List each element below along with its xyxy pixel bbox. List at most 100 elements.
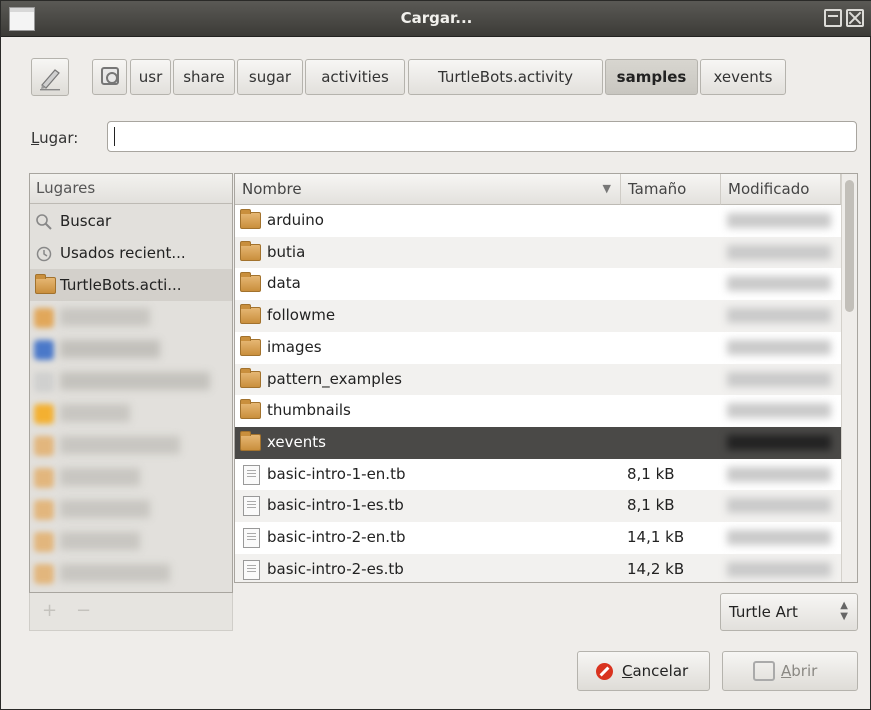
folder-icon [240, 335, 261, 356]
file-chooser-dialog: Cargar... usr share sugar activities Tur… [0, 0, 871, 710]
file-modified-redacted [727, 308, 831, 324]
file-name: data [267, 274, 301, 293]
document-icon [243, 464, 260, 485]
file-modified-redacted [727, 561, 831, 577]
places-header[interactable]: Lugares [30, 174, 232, 204]
crumb-xevents[interactable]: xevents [700, 59, 786, 95]
place-turtlebots[interactable]: TurtleBots.acti... [30, 269, 232, 301]
file-name: arduino [267, 211, 324, 229]
crumb-samples[interactable]: samples [605, 59, 698, 95]
window-title: Cargar... [400, 9, 473, 27]
search-icon [36, 214, 52, 230]
places-toolbar: + − [29, 593, 233, 631]
file-list: Nombre ▼ Tamaño Modificado arduino butia d… [234, 173, 858, 583]
blurred-icon [34, 340, 54, 360]
place-recent[interactable]: Usados recient... [30, 237, 232, 269]
cancel-label: Cancelar [622, 662, 689, 680]
crumb-share[interactable]: share [173, 59, 235, 95]
crumb-sugar[interactable]: sugar [237, 59, 303, 95]
blurred-icon [34, 532, 54, 552]
blurred-entry[interactable] [60, 468, 140, 486]
sort-descending-icon: ▼ [602, 182, 611, 195]
file-name: followme [267, 306, 336, 325]
file-size: 8,1 kB [627, 464, 675, 483]
add-bookmark-button[interactable]: + [42, 600, 57, 621]
place-label: Usados recient... [60, 244, 186, 262]
location-label: Lugar: [31, 129, 79, 147]
drive-icon [101, 67, 119, 85]
cancel-button[interactable]: Cancelar [577, 651, 710, 691]
blurred-entry[interactable] [60, 564, 170, 582]
crumb-filesystem[interactable] [92, 59, 127, 95]
file-row[interactable]: basic-intro-1-es.tb 8,1 kB [235, 490, 841, 522]
text-caret [114, 127, 115, 146]
column-header-modified[interactable]: Modificado [721, 174, 841, 205]
file-size: 8,1 kB [627, 496, 675, 515]
file-row[interactable]: data [235, 268, 841, 300]
open-button[interactable]: Abrir [722, 651, 858, 691]
crumb-activities[interactable]: activities [305, 59, 405, 95]
blurred-entry[interactable] [60, 500, 150, 518]
folder-icon [240, 430, 261, 451]
close-icon[interactable] [846, 9, 864, 27]
pencil-icon [40, 69, 60, 91]
file-name: xevents [267, 432, 326, 451]
column-header-name[interactable]: Nombre ▼ [235, 174, 621, 205]
file-row[interactable]: pattern_examples [235, 363, 841, 396]
file-name: basic-intro-1-es.tb [267, 496, 404, 515]
file-row[interactable]: xevents [235, 426, 841, 459]
file-modified-redacted [727, 213, 831, 228]
spin-arrows-icon: ▲ ▼ [840, 600, 848, 622]
place-label: Buscar [60, 212, 112, 230]
file-name: basic-intro-2-en.tb [267, 528, 406, 546]
blurred-icon [34, 436, 54, 456]
file-row[interactable]: basic-intro-2-es.tb 14,2 kB [235, 553, 841, 582]
location-input[interactable] [107, 121, 857, 152]
file-row[interactable]: butia [235, 236, 841, 269]
folder-icon [240, 367, 261, 388]
file-row[interactable]: basic-intro-1-en.tb 8,1 kB [235, 459, 841, 491]
file-row[interactable]: basic-intro-2-en.tb 14,1 kB [235, 522, 841, 554]
crumb-usr[interactable]: usr [130, 59, 171, 95]
crumb-turtlebots[interactable]: TurtleBots.activity [408, 59, 603, 95]
blurred-entry[interactable] [60, 340, 160, 358]
open-label: Abrir [781, 662, 818, 680]
cancel-icon [596, 663, 613, 680]
file-list-scrollbar[interactable] [841, 174, 857, 582]
title-bar[interactable]: Cargar... [1, 1, 871, 37]
recent-icon [36, 246, 52, 262]
remove-bookmark-button[interactable]: − [76, 600, 91, 621]
blurred-entry[interactable] [60, 532, 140, 550]
folder-icon [35, 274, 56, 294]
file-modified-redacted [727, 434, 831, 450]
file-filter-value: Turtle Art [729, 603, 798, 621]
open-icon [753, 661, 775, 681]
blurred-icon [34, 372, 54, 392]
blurred-entry[interactable] [60, 372, 210, 390]
blurred-entry[interactable] [60, 436, 180, 454]
blurred-icon [34, 404, 54, 424]
file-filter-combo[interactable]: Turtle Art ▲ ▼ [720, 593, 858, 631]
document-icon [243, 559, 260, 580]
scroll-thumb[interactable] [845, 180, 854, 312]
file-modified-redacted [727, 498, 831, 514]
file-modified-redacted [727, 466, 831, 482]
places-sidebar: Lugares Buscar Usados recient... TurtleB… [29, 173, 233, 593]
file-name: pattern_examples [267, 369, 402, 388]
place-search[interactable]: Buscar [30, 205, 232, 237]
file-row[interactable]: followme [235, 300, 841, 332]
column-header-size[interactable]: Tamaño [621, 174, 721, 205]
file-row[interactable]: arduino [235, 205, 841, 237]
file-row[interactable]: images [235, 332, 841, 364]
maximize-icon[interactable] [824, 9, 842, 27]
blurred-entry[interactable] [60, 308, 150, 326]
document-icon [243, 528, 260, 548]
file-row[interactable]: thumbnails [235, 395, 841, 427]
file-modified-redacted [727, 276, 831, 292]
type-location-button[interactable] [31, 58, 69, 96]
file-name: basic-intro-1-en.tb [267, 464, 406, 483]
blurred-entry[interactable] [60, 404, 130, 422]
document-icon [243, 496, 260, 517]
file-name: thumbnails [267, 401, 351, 420]
blurred-icon [34, 500, 54, 520]
